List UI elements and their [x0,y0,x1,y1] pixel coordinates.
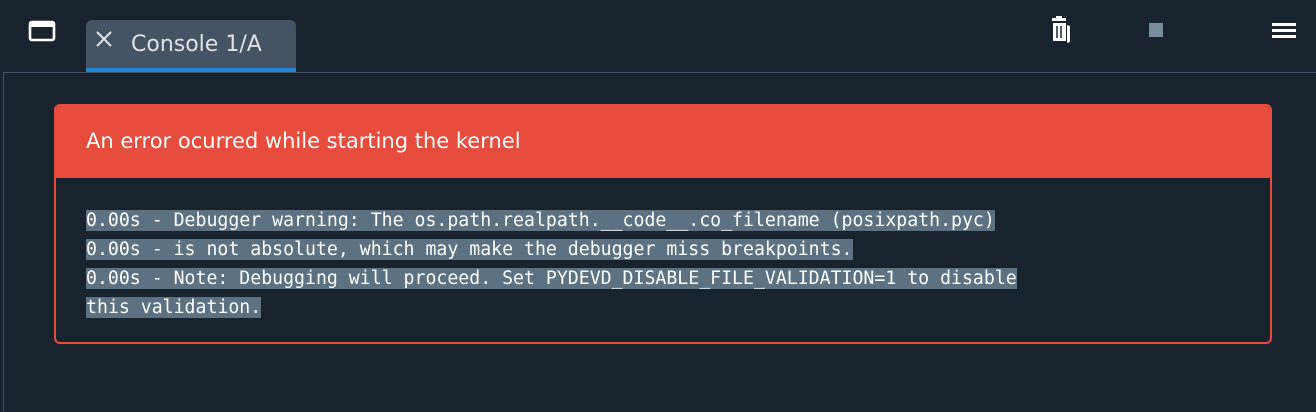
tab-console[interactable]: Console 1/A [86,20,296,72]
window-icon [28,20,56,42]
options-menu-button[interactable] [1268,14,1300,46]
undock-window-button[interactable] [26,16,58,46]
error-line: 0.00s - Debugger warning: The os.path.re… [86,210,995,231]
tab-label: Console 1/A [131,32,262,57]
tab-close-button[interactable] [94,29,114,49]
error-line: this validation. [86,297,262,318]
error-line: 0.00s - is not absolute, which may make … [86,239,853,260]
kernel-error-panel: An error ocurred while starting the kern… [54,104,1272,344]
stop-icon [1149,23,1163,37]
close-icon [96,31,112,47]
error-header: An error ocurred while starting the kern… [56,106,1270,178]
error-title: An error ocurred while starting the kern… [86,129,521,153]
error-line: 0.00s - Note: Debugging will proceed. Se… [86,268,1017,289]
hamburger-menu-icon [1272,23,1296,38]
interrupt-kernel-button[interactable] [1140,14,1172,46]
trash-icon [1052,16,1070,43]
console-topbar: Console 1/A [0,0,1316,72]
remove-all-variables-button[interactable] [1045,14,1077,46]
error-message[interactable]: 0.00s - Debugger warning: The os.path.re… [86,206,1236,322]
